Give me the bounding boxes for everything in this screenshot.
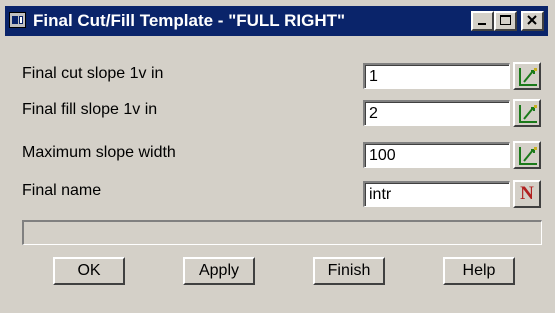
window-title: Final Cut/Fill Template - "FULL RIGHT" [33,11,346,30]
final-name-label: Final name [22,182,102,199]
title-bar[interactable]: Final Cut/Fill Template - "FULL RIGHT" [5,6,548,36]
maximize-icon [500,15,511,25]
cut-slope-label: Final cut slope 1v in [22,65,164,82]
max-slope-width-pick-button[interactable] [513,141,541,169]
pick-icon [519,105,537,123]
n-icon: N [520,183,534,204]
maximize-button[interactable] [494,11,517,31]
ok-button[interactable]: OK [53,257,125,285]
close-button[interactable] [521,11,544,31]
fill-slope-input[interactable]: 2 [363,100,510,126]
pick-icon [519,68,537,86]
cut-slope-pick-button[interactable] [513,62,541,90]
pick-icon [519,147,537,165]
dialog-window: Final Cut/Fill Template - "FULL RIGHT" F… [0,0,555,313]
apply-button[interactable]: Apply [183,257,255,285]
finish-button[interactable]: Finish [313,257,385,285]
app-icon [9,12,26,28]
minimize-icon [478,23,486,25]
status-message-bar [22,220,542,245]
help-button[interactable]: Help [443,257,515,285]
close-icon [527,15,537,25]
cut-slope-input[interactable]: 1 [363,63,510,89]
minimize-button[interactable] [471,11,494,31]
fill-slope-label: Final fill slope 1v in [22,101,158,118]
final-name-input[interactable]: intr [363,181,510,207]
max-slope-width-input[interactable]: 100 [363,142,510,168]
fill-slope-pick-button[interactable] [513,99,541,127]
max-slope-width-label: Maximum slope width [22,144,176,161]
final-name-n-button[interactable]: N [513,180,541,208]
